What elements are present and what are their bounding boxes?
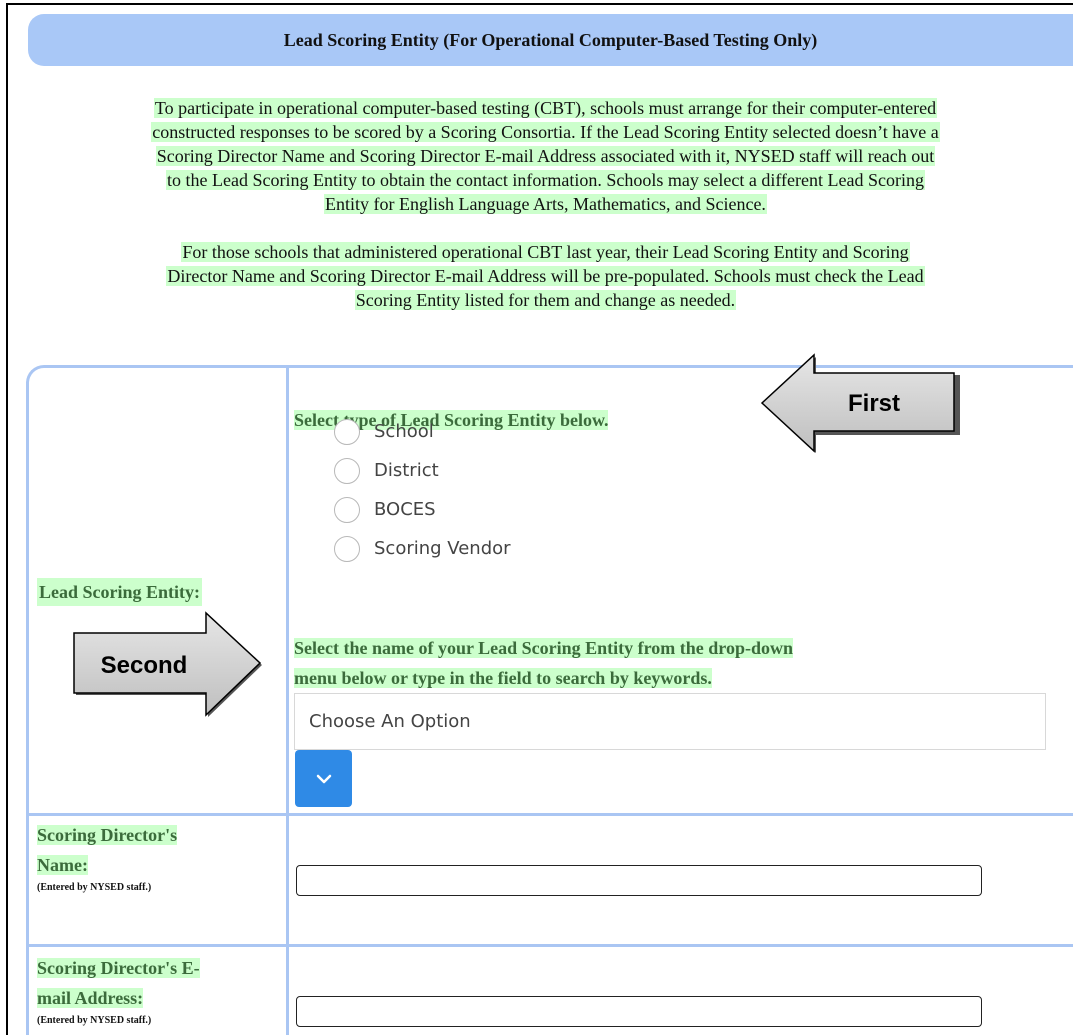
lead-scoring-entity-select[interactable]: Choose An Option <box>294 693 1046 750</box>
intro-paragraph-1: To participate in operational computer-b… <box>18 96 1073 216</box>
radio-button-icon[interactable] <box>334 496 360 523</box>
radio-option-school[interactable]: School <box>334 412 511 451</box>
first-arrow-callout: First <box>760 353 960 453</box>
lead-scoring-entity-label: Lead Scoring Entity: <box>37 578 203 606</box>
second-callout-label: Second <box>101 652 188 679</box>
radio-label: District <box>374 460 439 481</box>
intro-line: Entity for English Language Arts, Mathem… <box>324 194 767 214</box>
director-name-note: (Entered by NYSED staff.) <box>37 882 152 893</box>
radio-option-boces[interactable]: BOCES <box>334 490 511 529</box>
intro-line: constructed responses to be scored by a … <box>151 122 940 142</box>
second-arrow-callout: Second <box>73 611 262 717</box>
radio-label: BOCES <box>374 499 436 520</box>
director-email-note: (Entered by NYSED staff.) <box>37 1015 152 1026</box>
intro-line: For those schools that administered oper… <box>181 242 910 262</box>
row-divider <box>29 813 1073 816</box>
intro-line: Director Name and Scoring Director E-mai… <box>166 266 925 286</box>
radio-button-icon[interactable] <box>334 457 360 484</box>
director-name-field[interactable] <box>296 865 982 896</box>
director-email-label: Scoring Director's E- mail Address: (Ent… <box>37 953 277 1026</box>
radio-button-icon[interactable] <box>334 418 360 445</box>
radio-label: School <box>374 421 434 442</box>
select-placeholder: Choose An Option <box>309 711 471 732</box>
chevron-down-icon <box>316 774 331 783</box>
intro-paragraph-2: For those schools that administered oper… <box>18 240 1073 312</box>
intro-line: Scoring Director Name and Scoring Direct… <box>155 146 936 166</box>
intro-line: to the Lead Scoring Entity to obtain the… <box>166 170 925 190</box>
section-header: Lead Scoring Entity (For Operational Com… <box>28 14 1073 66</box>
radio-option-district[interactable]: District <box>334 451 511 490</box>
entity-type-radio-group: School District BOCES Scoring Vendor <box>334 412 511 568</box>
intro-line: Scoring Entity listed for them and chang… <box>354 290 737 310</box>
director-name-label: Scoring Director's Name: (Entered by NYS… <box>37 820 277 893</box>
radio-label: Scoring Vendor <box>374 538 511 559</box>
column-divider <box>286 368 289 1035</box>
director-email-field[interactable] <box>296 996 982 1027</box>
first-callout-label: First <box>848 390 900 417</box>
radio-option-scoring-vendor[interactable]: Scoring Vendor <box>334 529 511 568</box>
intro-line: To participate in operational computer-b… <box>153 98 938 118</box>
row-divider <box>29 944 1073 947</box>
intro-text: To participate in operational computer-b… <box>18 96 1073 336</box>
section-title: Lead Scoring Entity (For Operational Com… <box>283 29 818 50</box>
radio-button-icon[interactable] <box>334 535 360 562</box>
name-instruction: Select the name of your Lead Scoring Ent… <box>294 638 793 688</box>
dropdown-toggle-button[interactable] <box>295 750 352 807</box>
